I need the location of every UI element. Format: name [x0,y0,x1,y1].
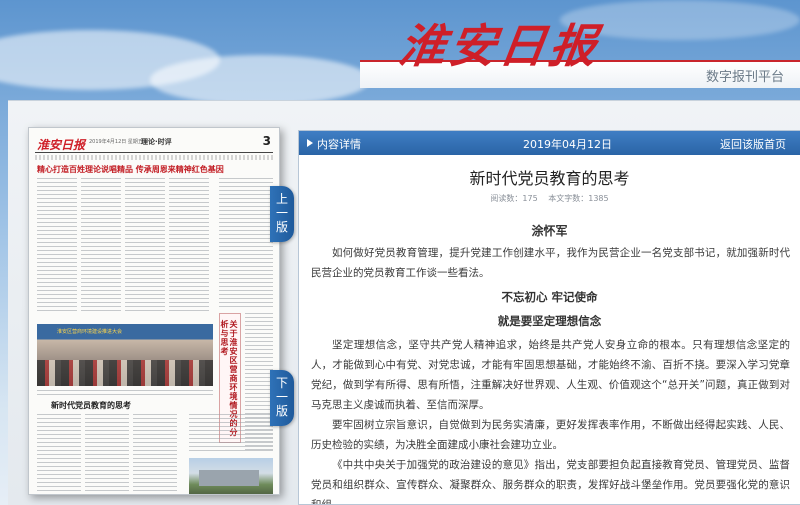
paper-photo-building [189,458,273,494]
prev-label-char: 一 [275,206,288,220]
next-label-char: 下 [275,376,288,390]
panel-label: 内容详情 [317,138,361,151]
article-paragraph: 坚定理想信念，坚守共产党人精神追求，始终是共产党人安身立命的根本。只有理想信念坚… [311,339,790,411]
article-stats: 阅读数：175 本文字数：1385 [299,193,800,204]
article-subhead: 不忘初心 牢记使命 [501,290,598,304]
photo-building [199,470,259,486]
paper-text-column [37,178,77,314]
photo-banner-text: 淮安区营商环境建设推进大会 [57,329,123,335]
newspaper-page-thumbnail[interactable]: 淮安日报 2019年4月12日 星期五 理论·时评 3 精心打造百姓理论说唱精品… [28,127,280,495]
prev-label-char: 版 [275,220,288,234]
site-header: 淮安日报 数字报刊平台 [0,0,800,100]
paper-section: 理论·时评 [141,138,172,146]
paper-meta: 2019年4月12日 星期五 [89,139,143,145]
paper-text-column [85,414,129,494]
paper-logo: 淮安日报 [37,138,86,152]
word-count: 本文字数：1385 [548,194,609,203]
paper-page-number: 3 [262,134,271,148]
paper-rule [35,152,273,153]
article-paragraph: 要牢固树立宗旨意识，自觉做到为民务实清廉，更好发挥表率作用，不断做出经得起实践、… [311,419,790,451]
next-label-char: 一 [275,390,288,404]
article-panel: 内容详情 2019年04月12日 返回该版首页 新时代党员教育的思考 阅读数：1… [298,130,800,505]
paper-text-column [125,178,165,314]
paper-subrule [35,155,273,160]
paper-text-column [189,414,273,454]
next-label-char: 版 [275,404,288,418]
article-paragraph: 如何做好党员教育管理，提升党建工作创建水平，我作为民营企业一名党支部书记，就加强… [311,247,790,279]
paper-article-title[interactable]: 新时代党员教育的思考 [51,400,131,411]
prev-label-char: 上 [275,192,288,206]
prev-page-button[interactable]: 上 一 版 [270,186,294,242]
panel-header-bar: 内容详情 2019年04月12日 返回该版首页 [299,131,800,155]
paper-text-column [81,178,121,314]
paper-caption [37,390,213,398]
platform-label: 数字报刊平台 [705,70,784,85]
article-subhead: 就是要坚定理想信念 [497,314,602,328]
paper-text-column [219,178,273,308]
article-author: 涂怀军 [531,224,568,238]
article-paragraph: 《中共中央关于加强党的政治建设的意见》指出，党支部要担负起直接教育党员、管理党员… [311,459,790,505]
panel-date: 2019年04月12日 [523,138,612,151]
paper-photo-meeting: 淮安区营商环境建设推进大会 [37,324,213,386]
triangle-icon [307,139,313,147]
paper-headline[interactable]: 精心打造百姓理论说唱精品 传承周恩来精神红色基因 [37,164,224,175]
back-to-page-link[interactable]: 返回该版首页 [720,136,786,152]
photo-people [37,360,213,386]
article-title: 新时代党员教育的思考 [469,169,630,188]
paper-text-column [169,178,209,314]
read-count: 阅读数：175 [490,194,538,203]
paper-text-column [133,414,177,494]
next-page-button[interactable]: 下 一 版 [270,370,294,426]
paper-text-column [37,414,81,494]
cloud-decoration [150,55,370,100]
masthead-logo: 淮安日报 [395,19,604,73]
